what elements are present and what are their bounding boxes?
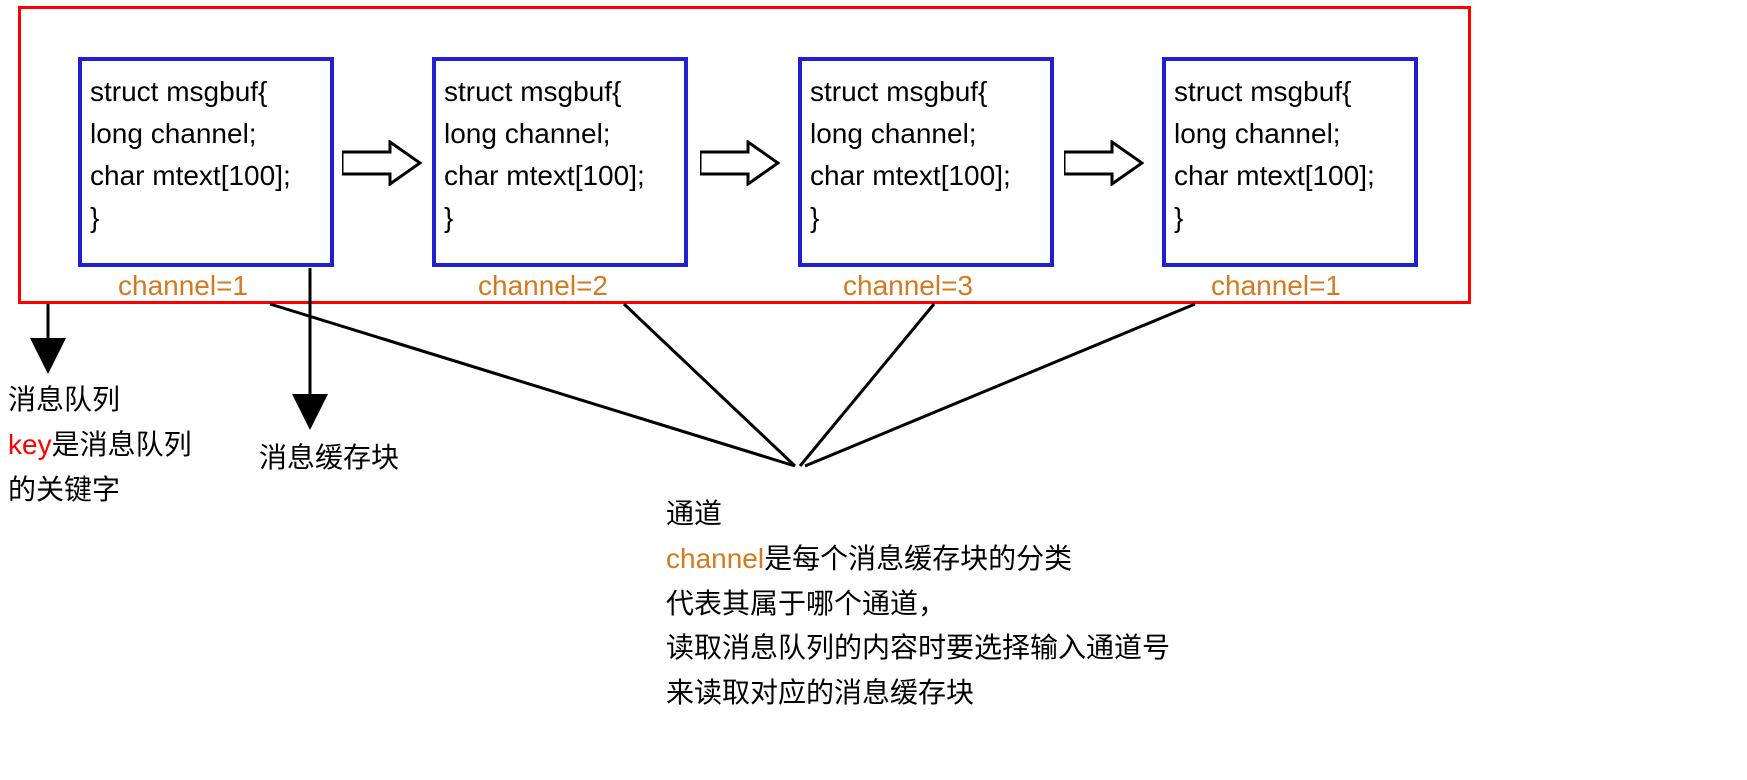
struct-field-mtext: char mtext[100]; xyxy=(810,155,1042,197)
channel-label-line2: channel是每个消息缓存块的分类 xyxy=(666,537,1170,582)
key-keyword: key xyxy=(8,429,52,460)
struct-decl: struct msgbuf{ xyxy=(1174,71,1406,113)
channel-label-3: channel=3 xyxy=(843,270,973,302)
struct-decl: struct msgbuf{ xyxy=(90,71,322,113)
msg-block-2: struct msgbuf{ long channel; char mtext[… xyxy=(432,57,688,267)
arrow-icon xyxy=(1064,140,1144,186)
channel-label-4: channel=1 xyxy=(1211,270,1341,302)
struct-decl: struct msgbuf{ xyxy=(810,71,1042,113)
queue-label-line3: 的关键字 xyxy=(8,468,192,513)
connector-line xyxy=(800,304,934,466)
struct-close: } xyxy=(1174,197,1406,239)
channel-label-line1: 通道 xyxy=(666,492,1170,537)
channel-label-line2-suffix: 是每个消息缓存块的分类 xyxy=(764,543,1072,574)
msg-block-1: struct msgbuf{ long channel; char mtext[… xyxy=(78,57,334,267)
struct-field-channel: long channel; xyxy=(444,113,676,155)
struct-field-mtext: char mtext[100]; xyxy=(90,155,322,197)
queue-annotation: 消息队列 key是消息队列 的关键字 xyxy=(8,378,192,512)
channel-label-1: channel=1 xyxy=(118,270,248,302)
block-annotation: 消息缓存块 xyxy=(259,436,399,481)
block-label: 消息缓存块 xyxy=(259,442,399,473)
msg-block-3: struct msgbuf{ long channel; char mtext[… xyxy=(798,57,1054,267)
channel-label-line3: 代表其属于哪个通道， xyxy=(666,582,1170,627)
channel-label-line5: 来读取对应的消息缓存块 xyxy=(666,671,1170,716)
queue-label-line1: 消息队列 xyxy=(8,378,192,423)
msg-block-4: struct msgbuf{ long channel; char mtext[… xyxy=(1162,57,1418,267)
arrow-icon xyxy=(700,140,780,186)
struct-close: } xyxy=(90,197,322,239)
connector-line xyxy=(624,304,795,466)
struct-field-channel: long channel; xyxy=(810,113,1042,155)
queue-label-line2: key是消息队列 xyxy=(8,423,192,468)
struct-field-mtext: char mtext[100]; xyxy=(1174,155,1406,197)
struct-field-channel: long channel; xyxy=(90,113,322,155)
channel-keyword: channel xyxy=(666,543,764,574)
connector-line xyxy=(805,304,1195,466)
queue-label-line2-suffix: 是消息队列 xyxy=(52,429,192,460)
channel-label-2: channel=2 xyxy=(478,270,608,302)
channel-annotation: 通道 channel是每个消息缓存块的分类 代表其属于哪个通道， 读取消息队列的… xyxy=(666,492,1170,716)
struct-decl: struct msgbuf{ xyxy=(444,71,676,113)
arrow-icon xyxy=(342,140,422,186)
struct-close: } xyxy=(810,197,1042,239)
struct-close: } xyxy=(444,197,676,239)
channel-label-line4: 读取消息队列的内容时要选择输入通道号 xyxy=(666,626,1170,671)
struct-field-mtext: char mtext[100]; xyxy=(444,155,676,197)
struct-field-channel: long channel; xyxy=(1174,113,1406,155)
